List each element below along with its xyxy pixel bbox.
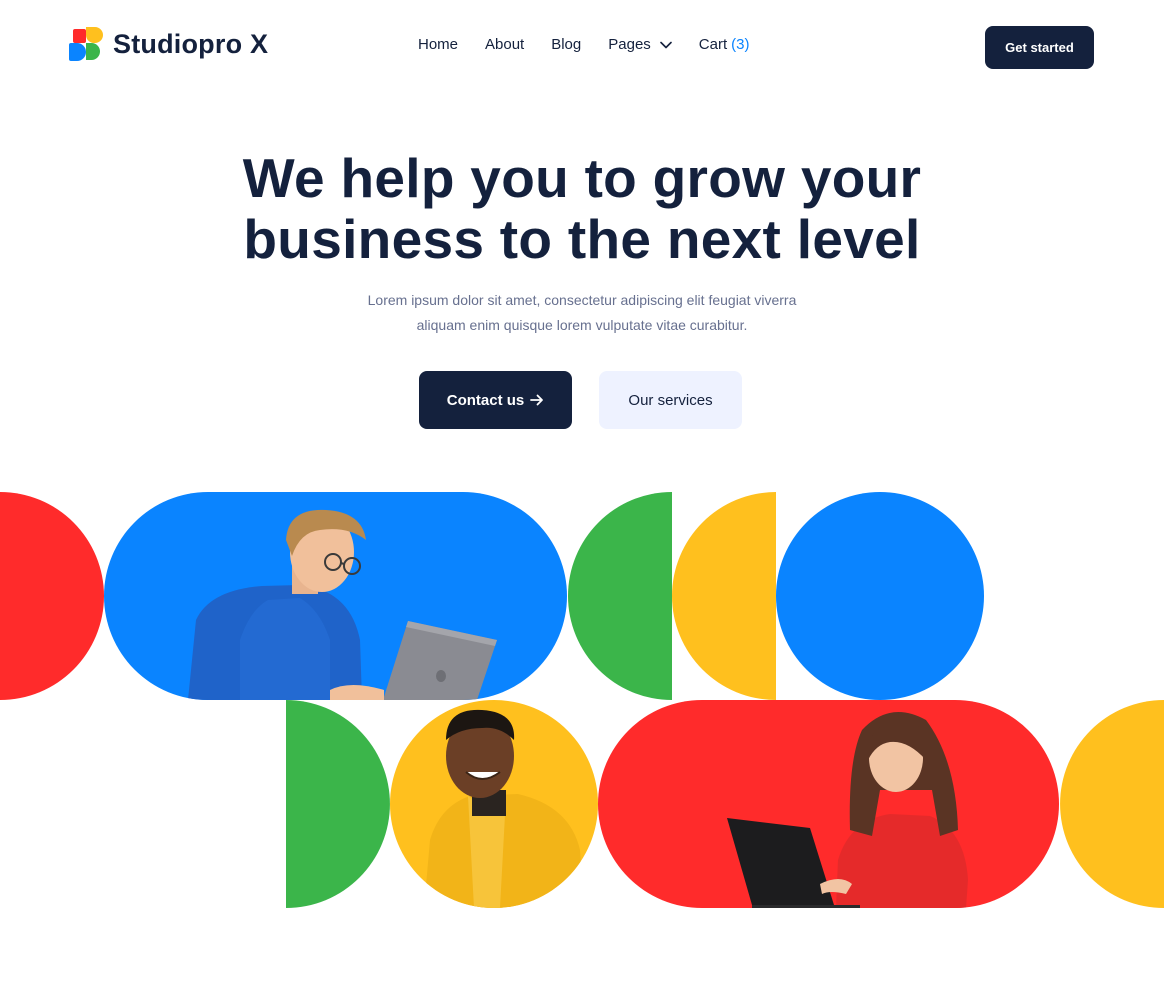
blue-circle-shape bbox=[776, 492, 984, 700]
yellow-half-circle-shape bbox=[672, 492, 776, 700]
red-pill-shape bbox=[598, 700, 1059, 908]
red-half-circle-shape bbox=[0, 492, 104, 700]
yellow-half-circle-right-shape bbox=[1060, 700, 1164, 908]
hero-shapes-illustration bbox=[0, 492, 1164, 908]
green-half-circle-shape bbox=[568, 492, 672, 700]
green-half-circle-lower-shape bbox=[286, 700, 390, 908]
